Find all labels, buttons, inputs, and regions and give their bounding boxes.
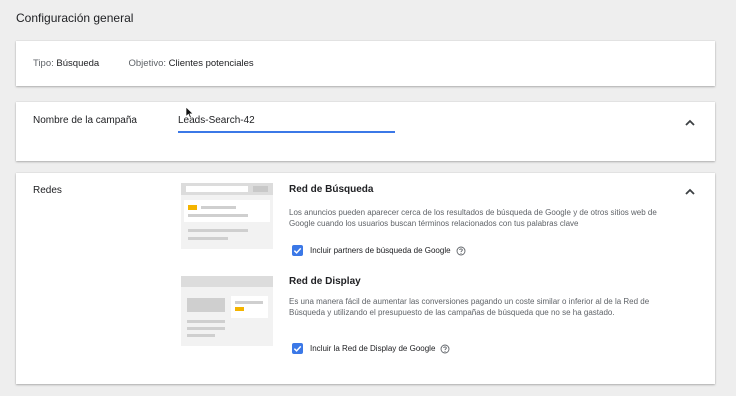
search-network-illustration	[181, 183, 273, 249]
redes-label: Redes	[33, 185, 62, 196]
help-circle-icon[interactable]	[440, 344, 450, 354]
display-network-option[interactable]: Incluir la Red de Display de Google	[292, 343, 450, 354]
tipo-label: Tipo:	[33, 58, 54, 69]
search-network-description: Los anuncios pueden aparecer cerca de lo…	[289, 208, 657, 228]
check-icon	[293, 345, 302, 352]
objetivo-value: Clientes potenciales	[168, 58, 254, 69]
help-circle-icon[interactable]	[456, 246, 466, 256]
display-network-title: Red de Display	[289, 276, 361, 287]
page-title: Configuración general	[16, 11, 134, 25]
display-network-label: Incluir la Red de Display de Google	[310, 344, 436, 353]
search-network-title: Red de Búsqueda	[289, 184, 374, 195]
chevron-up-icon[interactable]	[683, 184, 697, 198]
display-network-illustration	[181, 276, 273, 346]
display-network-checkbox[interactable]	[292, 343, 303, 354]
search-partners-label: Incluir partners de búsqueda de Google	[310, 246, 451, 255]
summary-row: Tipo: Búsqueda Objetivo: Clientes potenc…	[33, 58, 254, 69]
search-partners-option[interactable]: Incluir partners de búsqueda de Google	[292, 245, 466, 256]
campaign-name-input[interactable]	[178, 110, 395, 133]
campaign-name-card: Nombre de la campaña	[16, 102, 715, 161]
summary-card: Tipo: Búsqueda Objetivo: Clientes potenc…	[16, 41, 715, 86]
chevron-up-icon[interactable]	[683, 115, 697, 129]
redes-card: Redes Red de Búsqueda Los anuncios puede…	[16, 173, 715, 384]
display-network-description: Es una manera fácil de aumentar las conv…	[289, 297, 650, 317]
check-icon	[293, 247, 302, 254]
campaign-name-label: Nombre de la campaña	[33, 115, 137, 126]
objetivo-label: Objetivo:	[128, 58, 167, 69]
search-partners-checkbox[interactable]	[292, 245, 303, 256]
mouse-pointer-icon	[185, 106, 194, 119]
tipo-value: Búsqueda	[56, 58, 100, 69]
